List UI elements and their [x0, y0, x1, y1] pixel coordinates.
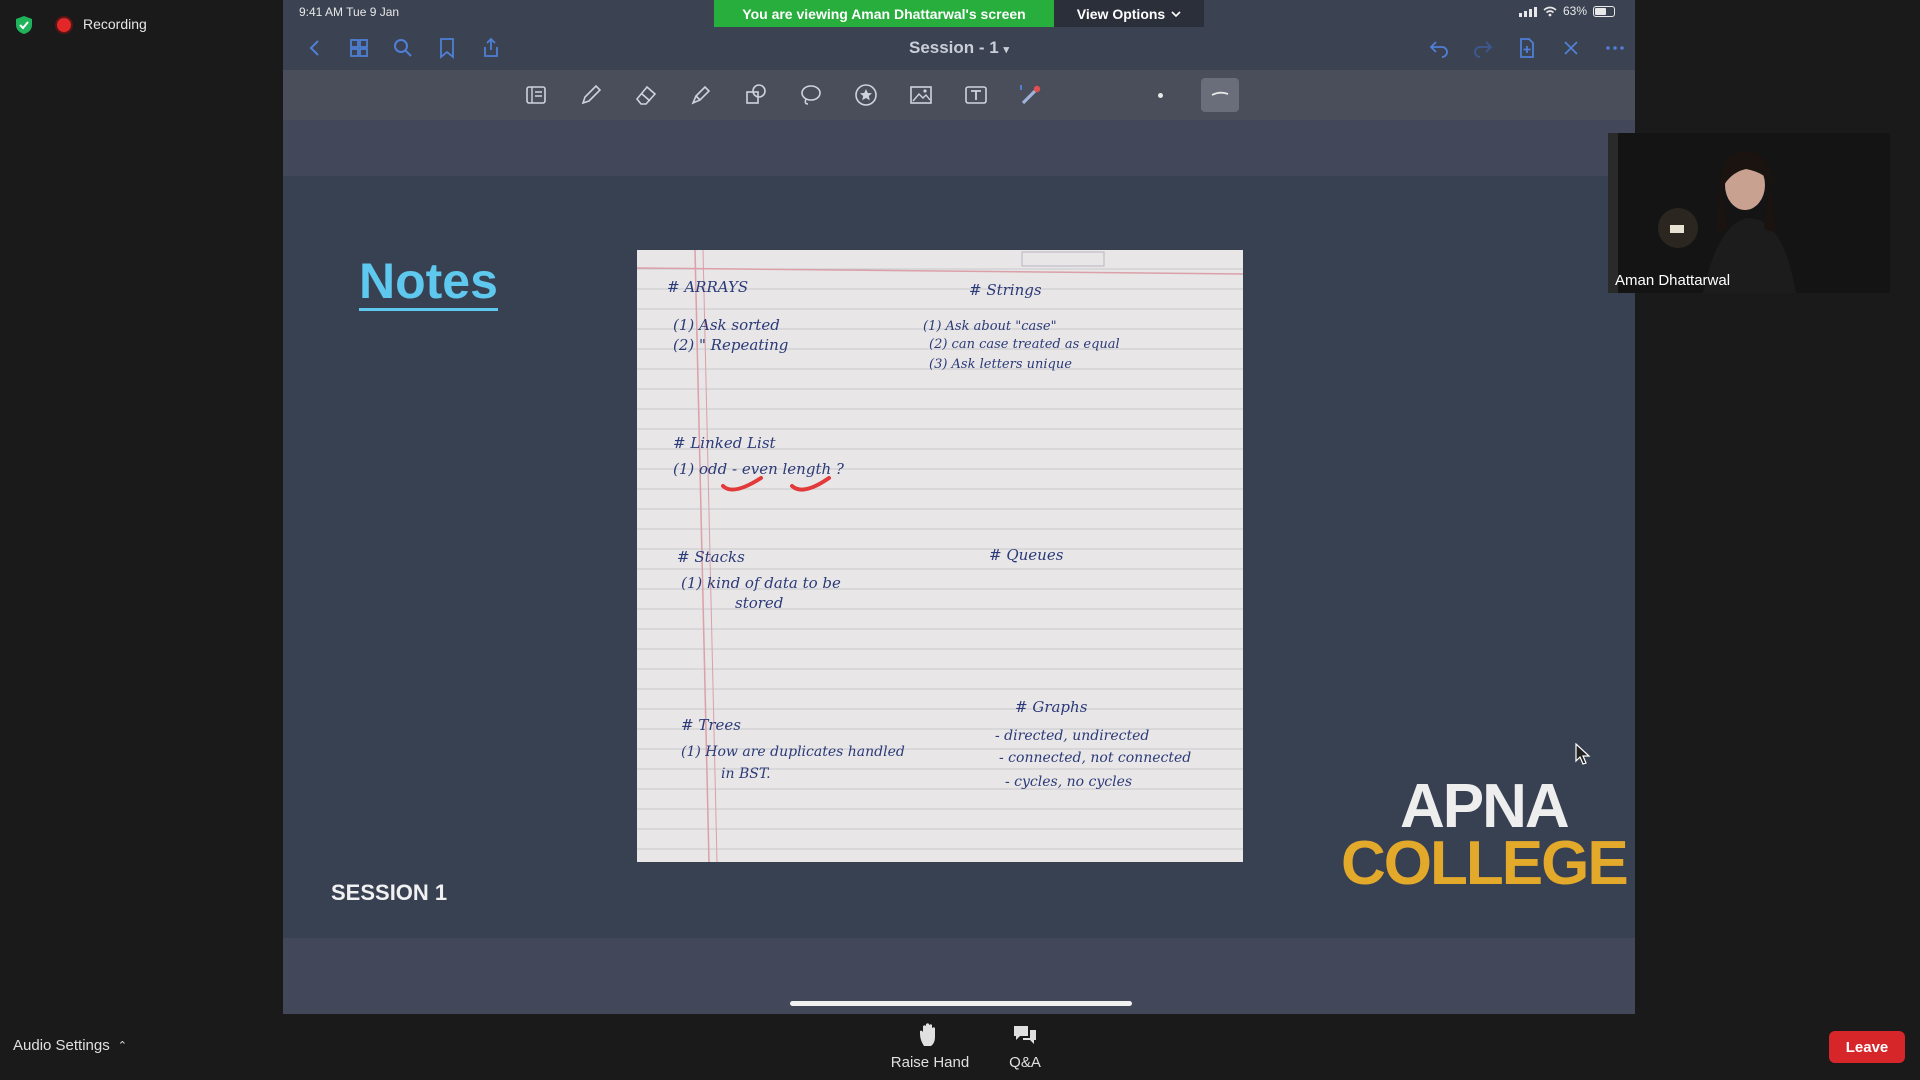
raise-hand-icon: [920, 1023, 935, 1046]
arrays-item-1: (1) Ask sorted: [673, 316, 780, 334]
graphs-item-2: - connected, not connected: [999, 750, 1191, 766]
drawing-toolbar: [283, 70, 1635, 120]
handwritten-notes: # ARRAYS (1) Ask sorted (2) " Repeating …: [637, 250, 1243, 862]
participant-name: Aman Dhattarwal: [1615, 272, 1731, 289]
stroke-icon[interactable]: [1201, 78, 1239, 112]
sticker-icon[interactable]: [853, 82, 879, 108]
document-title: Session - 1: [908, 38, 999, 57]
qa-button[interactable]: Q&A: [995, 1020, 1055, 1071]
pen-icon[interactable]: [578, 82, 604, 108]
brand-line-1: APNA: [1400, 772, 1570, 841]
document-title-dropdown[interactable]: Session - 1 ▾: [283, 38, 1635, 58]
page-tool-icon[interactable]: [523, 82, 549, 108]
battery-fill: [1595, 7, 1607, 15]
cellular-signal-icon: [1518, 6, 1537, 17]
qa-label: Q&A: [1009, 1054, 1041, 1071]
queues-heading: # Queues: [989, 546, 1064, 564]
notebook-photo: # ARRAYS (1) Ask sorted (2) " Repeating …: [637, 250, 1243, 862]
chevron-down-icon: [1171, 10, 1181, 17]
linked-list-heading: # Linked List: [673, 434, 777, 452]
session-label: SESSION 1: [331, 880, 448, 905]
lasso-icon[interactable]: [798, 82, 824, 108]
highlighter-icon[interactable]: [688, 82, 714, 108]
audio-settings-label: Audio Settings: [13, 1037, 110, 1054]
chevron-up-icon: ⌃: [117, 1040, 127, 1052]
home-indicator[interactable]: [790, 1001, 1132, 1006]
arrays-item-2: (2) " Repeating: [673, 336, 788, 354]
chevron-down-icon: ▾: [1003, 44, 1010, 56]
battery-icon: [1593, 5, 1615, 17]
graphs-item-1: - directed, undirected: [995, 728, 1149, 744]
trees-heading: # Trees: [681, 716, 741, 734]
graphs-heading: # Graphs: [1015, 698, 1088, 716]
brand-logo: APNA COLLEGE: [1341, 772, 1629, 899]
image-icon[interactable]: [908, 82, 934, 108]
shapes-icon[interactable]: [743, 82, 769, 108]
raise-hand-label: Raise Hand: [890, 1054, 970, 1071]
view-options-label: View Options: [1076, 5, 1166, 22]
arrays-heading: # ARRAYS: [667, 278, 748, 296]
security-shield-icon[interactable]: [14, 15, 34, 35]
stacks-item-2: stored: [735, 594, 783, 612]
mouse-cursor-icon: [1575, 743, 1591, 765]
shared-screen: 9:41 AM Tue 9 Jan 63% You are viewing Am…: [283, 0, 1635, 1014]
text-icon[interactable]: [963, 82, 989, 108]
strings-heading: # Strings: [969, 281, 1042, 299]
strings-item-1: (1) Ask about "case": [923, 319, 1057, 334]
strings-item-3: (3) Ask letters unique: [929, 357, 1072, 372]
linked-list-item-1: (1) odd - even length ?: [673, 460, 845, 478]
audio-settings-button[interactable]: Audio Settings ⌃: [13, 1037, 127, 1054]
recording-icon: [57, 18, 71, 32]
dot-size-icon[interactable]: [1158, 93, 1163, 98]
recording-label[interactable]: Recording: [83, 16, 147, 32]
eraser-icon[interactable]: [633, 82, 659, 108]
stacks-item-1: (1) kind of data to be: [681, 574, 841, 592]
qa-icon: [1014, 1026, 1036, 1044]
slide: Notes # ARRAYS (1) Ask sorted (2) " Repe…: [283, 176, 1635, 938]
slide-title: Notes: [359, 253, 498, 311]
screen-share-banner-text: You are viewing Aman Dhattarwal's screen: [714, 0, 1054, 27]
participant-video[interactable]: [1608, 133, 1890, 293]
slide-top-margin: [283, 120, 1635, 176]
participant-video-frame: [1608, 133, 1890, 293]
laser-pointer-icon[interactable]: [1018, 82, 1044, 108]
raise-hand-button[interactable]: Raise Hand: [880, 1020, 980, 1071]
brand-line-2: COLLEGE: [1341, 829, 1629, 899]
status-time: 9:41 AM Tue 9 Jan: [299, 5, 400, 19]
strings-item-2: (2) can case treated as equal: [929, 337, 1120, 352]
view-options-button[interactable]: View Options: [1054, 0, 1204, 27]
wifi-icon: [1543, 6, 1557, 16]
graphs-item-3: - cycles, no cycles: [1005, 774, 1132, 790]
stacks-heading: # Stacks: [677, 548, 745, 566]
leave-button[interactable]: Leave: [1829, 1031, 1905, 1063]
screen-share-banner: You are viewing Aman Dhattarwal's screen…: [714, 0, 1204, 27]
trees-item-2: in BST.: [721, 766, 771, 782]
battery-percent: 63%: [1562, 4, 1587, 18]
status-indicators: 63%: [1518, 4, 1615, 18]
trees-item-1: (1) How are duplicates handled: [681, 744, 905, 760]
